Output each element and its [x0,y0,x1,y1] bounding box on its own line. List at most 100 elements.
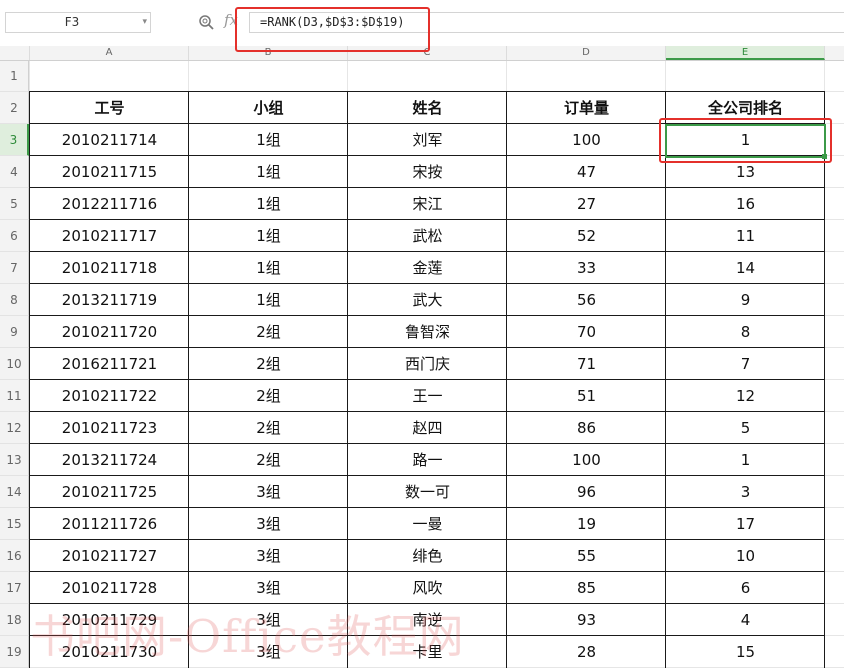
cell-name[interactable]: 刘军 [348,124,507,156]
cell-name[interactable]: 一曼 [348,508,507,540]
cell-employee-id[interactable]: 2016211721 [30,348,189,380]
cell-company-rank[interactable]: 3 [666,476,825,508]
row-header-14[interactable]: 14 [0,476,29,508]
cell-group[interactable]: 3组 [189,476,348,508]
cell-name[interactable]: 数一可 [348,476,507,508]
cell-order-count[interactable]: 86 [507,412,666,444]
row-header-17[interactable]: 17 [0,572,29,604]
cell-name[interactable]: 金莲 [348,252,507,284]
cell-name[interactable]: 绯色 [348,540,507,572]
cell-group[interactable]: 1组 [189,252,348,284]
cell-company-rank[interactable]: 5 [666,412,825,444]
cell-employee-id[interactable]: 2010211723 [30,412,189,444]
row-header-1[interactable]: 1 [0,61,29,92]
cell-order-count[interactable]: 28 [507,636,666,668]
row-header-8[interactable]: 8 [0,284,29,316]
cell-name[interactable]: 路一 [348,444,507,476]
cell-employee-id[interactable]: 2012211716 [30,188,189,220]
cell-order-count[interactable]: 96 [507,476,666,508]
cell-company-rank[interactable]: 15 [666,636,825,668]
cell-company-rank[interactable]: 6 [666,572,825,604]
cell-company-rank[interactable]: 11 [666,220,825,252]
header-cell-order-count[interactable]: 订单量 [507,92,666,124]
cell-employee-id[interactable]: 2010211722 [30,380,189,412]
name-box[interactable]: F3 ▾ [5,12,151,33]
cell-employee-id[interactable]: 2010211714 [30,124,189,156]
cell-company-rank[interactable]: 12 [666,380,825,412]
cell-order-count[interactable]: 47 [507,156,666,188]
cell-name[interactable]: 鲁智深 [348,316,507,348]
column-header-a[interactable]: A [30,46,189,60]
cell-group[interactable]: 2组 [189,380,348,412]
row-header-7[interactable]: 7 [0,252,29,284]
cell-employee-id[interactable]: 2010211718 [30,252,189,284]
cell-group[interactable]: 2组 [189,348,348,380]
cell-employee-id[interactable]: 2010211720 [30,316,189,348]
row-header-12[interactable]: 12 [0,412,29,444]
cell-group[interactable]: 1组 [189,124,348,156]
row-header-10[interactable]: 10 [0,348,29,380]
cell-order-count[interactable]: 52 [507,220,666,252]
row-header-13[interactable]: 13 [0,444,29,476]
cell-group[interactable]: 2组 [189,316,348,348]
header-cell-employee-id[interactable]: 工号 [30,92,189,124]
cell-order-count[interactable]: 56 [507,284,666,316]
cell-order-count[interactable]: 27 [507,188,666,220]
row-header-11[interactable]: 11 [0,380,29,412]
row-header-3[interactable]: 3 [0,124,29,156]
cell-group[interactable]: 1组 [189,284,348,316]
cell-company-rank[interactable]: 16 [666,188,825,220]
header-cell-name[interactable]: 姓名 [348,92,507,124]
zoom-icon[interactable] [198,14,214,30]
row-header-15[interactable]: 15 [0,508,29,540]
cell-order-count[interactable]: 100 [507,124,666,156]
cell-order-count[interactable]: 85 [507,572,666,604]
cell-name[interactable]: 西门庆 [348,348,507,380]
row-header-9[interactable]: 9 [0,316,29,348]
cell-group[interactable]: 2组 [189,444,348,476]
cell-employee-id[interactable]: 2010211727 [30,540,189,572]
cell-group[interactable]: 1组 [189,188,348,220]
column-header-e[interactable]: E [666,46,825,60]
cell-company-rank[interactable]: 9 [666,284,825,316]
cell-employee-id[interactable]: 2010211725 [30,476,189,508]
chevron-down-icon[interactable]: ▾ [142,13,147,32]
cell-employee-id[interactable]: 2010211715 [30,156,189,188]
cell-employee-id[interactable]: 2013211719 [30,284,189,316]
cell-name[interactable]: 王一 [348,380,507,412]
cell-name[interactable]: 武松 [348,220,507,252]
cell-group[interactable]: 3组 [189,540,348,572]
cell-company-rank[interactable]: 10 [666,540,825,572]
cell-company-rank[interactable]: 7 [666,348,825,380]
column-header-d[interactable]: D [507,46,666,60]
cell-group[interactable]: 2组 [189,412,348,444]
cell-company-rank[interactable]: 14 [666,252,825,284]
cell-order-count[interactable]: 55 [507,540,666,572]
cell-group[interactable]: 1组 [189,156,348,188]
cell-company-rank[interactable]: 1 [666,444,825,476]
row-header-6[interactable]: 6 [0,220,29,252]
cell-order-count[interactable]: 71 [507,348,666,380]
cell-order-count[interactable]: 33 [507,252,666,284]
row-header-5[interactable]: 5 [0,188,29,220]
cell-company-rank[interactable]: 17 [666,508,825,540]
cell-order-count[interactable]: 19 [507,508,666,540]
cell-order-count[interactable]: 70 [507,316,666,348]
cell-company-rank[interactable]: 4 [666,604,825,636]
row-header-19[interactable]: 19 [0,636,29,668]
cell-name[interactable]: 宋江 [348,188,507,220]
cell-employee-id[interactable]: 2010211717 [30,220,189,252]
header-cell-group[interactable]: 小组 [189,92,348,124]
cell-name[interactable]: 武大 [348,284,507,316]
column-header-next[interactable] [825,46,844,60]
cell-order-count[interactable]: 51 [507,380,666,412]
row-header-4[interactable]: 4 [0,156,29,188]
cell-group[interactable]: 1组 [189,220,348,252]
cell-employee-id[interactable]: 2011211726 [30,508,189,540]
cell-company-rank[interactable]: 8 [666,316,825,348]
row-header-2[interactable]: 2 [0,92,29,124]
cell-order-count[interactable]: 100 [507,444,666,476]
select-all-corner[interactable] [0,46,30,60]
row-header-18[interactable]: 18 [0,604,29,636]
cell-name[interactable]: 赵四 [348,412,507,444]
